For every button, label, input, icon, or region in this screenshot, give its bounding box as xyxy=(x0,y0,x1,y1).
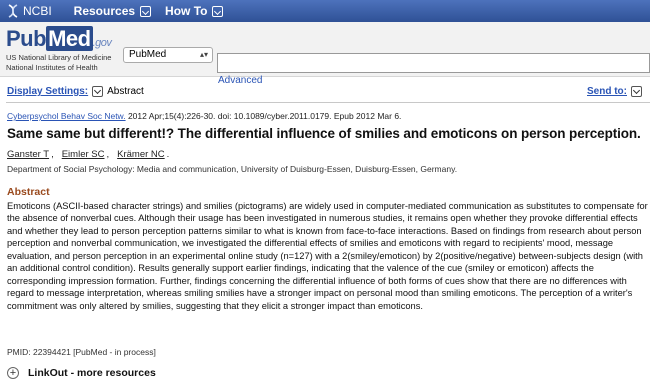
resources-label: Resources xyxy=(73,4,136,18)
article-title: Same same but different!? The differenti… xyxy=(7,126,641,141)
settings-row: Display Settings: Abstract Send to: xyxy=(0,80,650,102)
affiliation: Department of Social Psychology: Media a… xyxy=(7,164,458,174)
divider xyxy=(6,102,650,103)
pmid-line: PMID: 22394421 [PubMed - in process] xyxy=(7,347,156,357)
display-settings-label[interactable]: Display Settings: xyxy=(7,86,88,97)
abstract-text: Emoticons (ASCII-based character strings… xyxy=(7,201,648,311)
linkout-toggle[interactable]: + LinkOut - more resources xyxy=(7,367,156,379)
resources-menu[interactable]: Resources xyxy=(73,4,152,18)
author-link[interactable]: Ganster T xyxy=(7,149,49,160)
chevron-down-icon xyxy=(140,5,152,17)
linkout-label: LinkOut - more resources xyxy=(28,367,156,379)
database-select[interactable]: PubMed ▴▾ xyxy=(123,47,213,63)
search-bar: PubMed .gov US National Library of Medici… xyxy=(0,22,650,86)
display-format-value: Abstract xyxy=(107,86,144,97)
citation-details: 2012 Apr;15(4):226-30. doi: 10.1089/cybe… xyxy=(125,111,402,121)
author-link[interactable]: Eimler SC xyxy=(62,149,105,160)
pubmed-wordmark: PubMed .gov xyxy=(6,26,112,51)
abstract-heading: Abstract xyxy=(7,186,50,198)
nih-line: National Institutes of Health xyxy=(6,63,98,72)
how-to-menu[interactable]: How To xyxy=(165,4,224,18)
journal-link[interactable]: Cyberpsychol Behav Soc Netw. xyxy=(7,111,126,121)
send-to-label[interactable]: Send to: xyxy=(587,86,627,97)
ncbi-dna-icon xyxy=(8,4,18,18)
chevron-down-icon xyxy=(212,5,224,17)
pubmed-logo[interactable]: PubMed .gov US National Library of Medici… xyxy=(6,26,112,72)
select-arrows-icon: ▴▾ xyxy=(199,50,208,59)
nlm-line: US National Library of Medicine xyxy=(6,53,112,62)
author-link[interactable]: Krämer NC xyxy=(117,149,165,160)
send-to[interactable]: Send to: xyxy=(587,86,646,97)
chevron-down-icon[interactable] xyxy=(631,86,642,97)
display-settings[interactable]: Display Settings: Abstract xyxy=(7,86,144,97)
expand-plus-icon[interactable]: + xyxy=(7,367,19,379)
how-to-label: How To xyxy=(165,4,208,18)
chevron-down-icon[interactable] xyxy=(92,86,104,97)
author-list: Ganster T, Eimler SC, Krämer NC. xyxy=(7,149,170,160)
ncbi-label: NCBI xyxy=(23,4,52,18)
ncbi-top-bar: NCBI Resources How To xyxy=(0,0,650,22)
search-input[interactable] xyxy=(217,53,650,73)
ncbi-logo[interactable]: NCBI xyxy=(6,4,52,18)
database-value: PubMed xyxy=(129,49,167,60)
citation-line: Cyberpsychol Behav Soc Netw. 2012 Apr;15… xyxy=(7,111,401,121)
